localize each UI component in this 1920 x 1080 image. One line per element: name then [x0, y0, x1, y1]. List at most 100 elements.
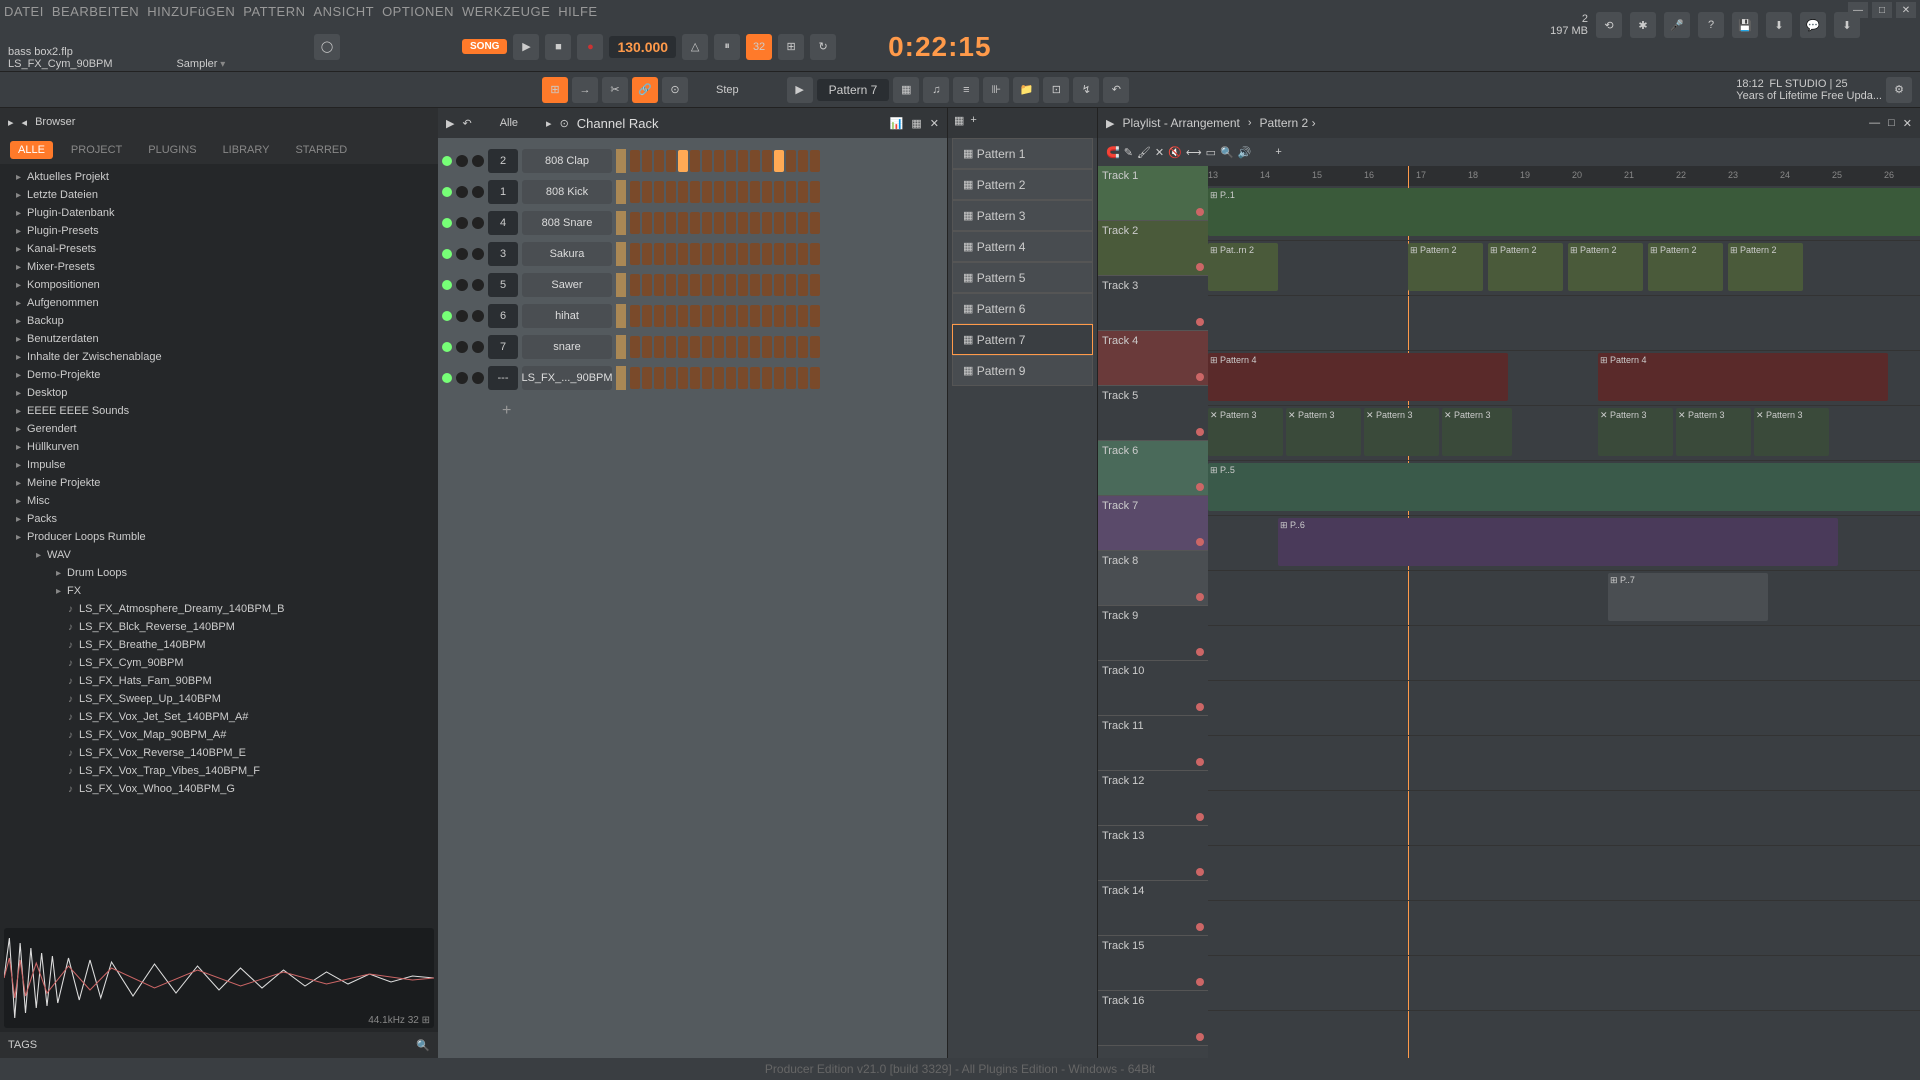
- clip[interactable]: ⊞ P..6: [1278, 518, 1838, 566]
- track-header[interactable]: Track 9: [1098, 606, 1208, 661]
- step-button[interactable]: [726, 150, 736, 172]
- channel-led[interactable]: [442, 249, 452, 259]
- step-button[interactable]: [714, 212, 724, 234]
- pattern-item[interactable]: ▦ Pattern 4: [952, 231, 1093, 262]
- settings-icon[interactable]: ⚙: [1886, 77, 1912, 103]
- chrack-back-icon[interactable]: ↶: [462, 117, 471, 130]
- step-button[interactable]: [630, 305, 640, 327]
- spray-icon[interactable]: ⊙: [662, 77, 688, 103]
- tree-item[interactable]: ▸Mixer-Presets: [0, 258, 438, 276]
- step-button[interactable]: [750, 181, 760, 203]
- track-mute-dot[interactable]: [1196, 758, 1204, 766]
- step-button[interactable]: [654, 305, 664, 327]
- playlist-close-icon[interactable]: ✕: [1903, 117, 1912, 130]
- channel-name[interactable]: 808 Clap: [522, 149, 612, 173]
- step-button[interactable]: [702, 181, 712, 203]
- overdub-icon[interactable]: ⊞: [778, 34, 804, 60]
- tree-item[interactable]: ▸WAV: [0, 546, 438, 564]
- step-button[interactable]: [738, 150, 748, 172]
- step-button[interactable]: [630, 181, 640, 203]
- channel-mute[interactable]: [456, 279, 468, 291]
- step-button[interactable]: [798, 212, 808, 234]
- panel-playlist-button[interactable]: ⊞: [542, 77, 568, 103]
- step-button[interactable]: [762, 181, 772, 203]
- tree-item[interactable]: ▸Demo-Projekte: [0, 366, 438, 384]
- plugin-icon[interactable]: ⊡: [1043, 77, 1069, 103]
- channel-name[interactable]: 808 Kick: [522, 180, 612, 204]
- track-header[interactable]: Track 16: [1098, 991, 1208, 1046]
- step-button[interactable]: [666, 305, 676, 327]
- channel-mute[interactable]: [456, 248, 468, 260]
- knob-icon[interactable]: ◯: [314, 34, 340, 60]
- step-button[interactable]: [762, 336, 772, 358]
- step-button[interactable]: [702, 367, 712, 389]
- step-button[interactable]: [798, 150, 808, 172]
- tree-item[interactable]: ♪LS_FX_Blck_Reverse_140BPM: [0, 618, 438, 636]
- step-button[interactable]: [810, 367, 820, 389]
- step-button[interactable]: [690, 212, 700, 234]
- step-button[interactable]: [642, 336, 652, 358]
- step-button[interactable]: [714, 150, 724, 172]
- playback-tool-icon[interactable]: 🔊: [1238, 146, 1252, 159]
- step-button[interactable]: [678, 336, 688, 358]
- tags-bar[interactable]: TAGS 🔍: [0, 1032, 438, 1058]
- step-button[interactable]: [810, 212, 820, 234]
- channel-mixer-num[interactable]: 4: [488, 211, 518, 235]
- tree-item[interactable]: ▸Kompositionen: [0, 276, 438, 294]
- step-button[interactable]: [786, 181, 796, 203]
- step-button[interactable]: [762, 274, 772, 296]
- step-button[interactable]: [810, 243, 820, 265]
- step-button[interactable]: [726, 181, 736, 203]
- piano-roll-icon[interactable]: ♫: [923, 77, 949, 103]
- step-button[interactable]: [666, 336, 676, 358]
- step-button[interactable]: [798, 367, 808, 389]
- step-button[interactable]: [738, 274, 748, 296]
- step-button[interactable]: [726, 212, 736, 234]
- clip[interactable]: ✕ Pattern 3: [1676, 408, 1751, 456]
- tree-item[interactable]: ▸Plugin-Presets: [0, 222, 438, 240]
- step-button[interactable]: [666, 181, 676, 203]
- playlist-min-icon[interactable]: —: [1869, 117, 1880, 129]
- step-button[interactable]: [750, 243, 760, 265]
- tree-item[interactable]: ♪LS_FX_Cym_90BPM: [0, 654, 438, 672]
- clip-row[interactable]: ⊞ P..7: [1208, 571, 1920, 626]
- chrack-close-icon[interactable]: ✕: [930, 117, 939, 130]
- step-button[interactable]: [750, 367, 760, 389]
- tree-item[interactable]: ▸Hüllkurven: [0, 438, 438, 456]
- step-button[interactable]: [702, 150, 712, 172]
- track-header[interactable]: Track 6: [1098, 441, 1208, 496]
- track-mute-dot[interactable]: [1196, 868, 1204, 876]
- pattern-item[interactable]: ▦ Pattern 2: [952, 169, 1093, 200]
- step-button[interactable]: [690, 274, 700, 296]
- step-button[interactable]: [774, 243, 784, 265]
- clip[interactable]: ✕ Pattern 3: [1442, 408, 1512, 456]
- tree-item[interactable]: ▸Letzte Dateien: [0, 186, 438, 204]
- mixer-icon[interactable]: ⊪: [983, 77, 1009, 103]
- channel-pan[interactable]: [472, 279, 484, 291]
- channel-mute[interactable]: [456, 217, 468, 229]
- track-header[interactable]: Track 7: [1098, 496, 1208, 551]
- clip-row[interactable]: [1208, 956, 1920, 1011]
- pencil-icon[interactable]: ✎: [1124, 146, 1133, 159]
- loop-record-icon[interactable]: ↻: [810, 34, 836, 60]
- maximize-button[interactable]: □: [1872, 2, 1892, 18]
- channel-led[interactable]: [442, 156, 452, 166]
- tab-alle[interactable]: ALLE: [10, 141, 53, 159]
- step-button[interactable]: [762, 367, 772, 389]
- step-button[interactable]: [630, 274, 640, 296]
- clip[interactable]: ⊞ Pattern 2: [1488, 243, 1563, 291]
- clip[interactable]: ⊞ Pattern 4: [1208, 353, 1508, 401]
- step-button[interactable]: [702, 212, 712, 234]
- channel-mixer-num[interactable]: 7: [488, 335, 518, 359]
- channel-name[interactable]: snare: [522, 335, 612, 359]
- pattern-item[interactable]: ▦ Pattern 9: [952, 355, 1093, 386]
- track-mute-dot[interactable]: [1196, 923, 1204, 931]
- pattern-item[interactable]: ▦ Pattern 3: [952, 200, 1093, 231]
- channel-mixer-num[interactable]: ---: [488, 366, 518, 390]
- chat-icon[interactable]: 💬: [1800, 12, 1826, 38]
- channel-pan[interactable]: [472, 248, 484, 260]
- channel-pan[interactable]: [472, 186, 484, 198]
- render-icon[interactable]: ⬇: [1766, 12, 1792, 38]
- step-button[interactable]: [810, 274, 820, 296]
- step-button[interactable]: [762, 305, 772, 327]
